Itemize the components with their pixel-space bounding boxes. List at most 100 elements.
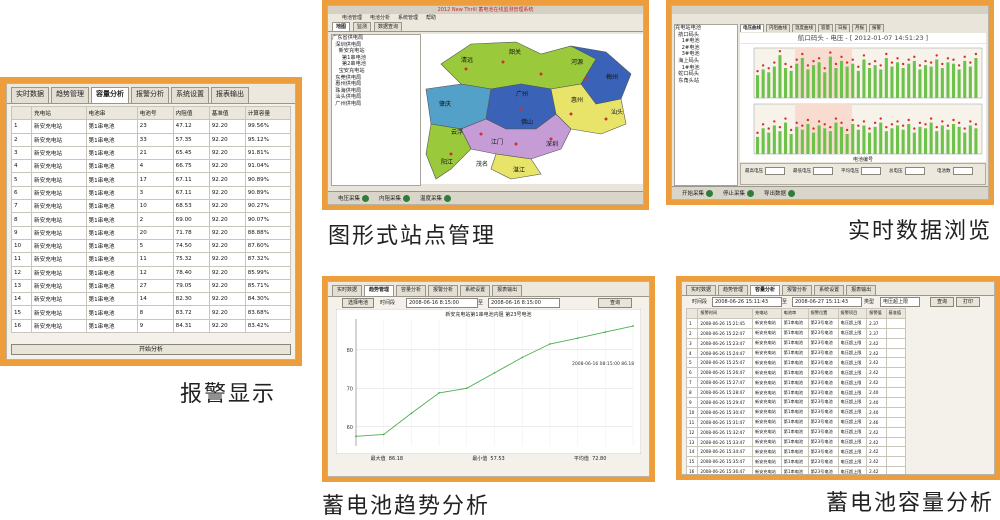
tree-node[interactable]: 充电站电池 (675, 25, 737, 32)
capacity-start-time[interactable]: 2008-06-26 15:11:43 (712, 297, 782, 307)
menu-item[interactable]: 帮助 (426, 14, 436, 22)
tab-2[interactable]: 容量分析 (750, 285, 781, 295)
capacity-print-button[interactable]: 打印 (956, 297, 980, 307)
map-status-button[interactable]: 电压采集 (338, 194, 370, 202)
tree-node[interactable]: 蛇口码头 (675, 71, 737, 78)
menu-item[interactable]: 电池分析 (370, 14, 390, 22)
tab-3[interactable]: 报警分析 (131, 87, 169, 103)
table-row[interactable]: 14 2008-06-26 15:34:47 新安充电站 第1串电池 第23号电池 电压超… (685, 446, 907, 458)
tree-node[interactable]: 东角头站 (675, 78, 737, 85)
tab-5[interactable]: 报表输出 (492, 285, 523, 296)
tab-3[interactable]: 报警分析 (428, 285, 459, 296)
table-row[interactable]: 9 新安充电站 第1串电池 20 71.78 92.20 88.88% (10, 225, 292, 240)
tree-node[interactable]: 汕头供电局 (332, 94, 420, 101)
select-battery-button[interactable]: 选择电池 (342, 298, 374, 308)
realtime-status-button[interactable]: 导出数据 (764, 189, 796, 197)
start-analysis-button[interactable]: 开始分析 (11, 344, 291, 355)
menu-item[interactable]: 电池管理 (342, 14, 362, 22)
capacity-query-button[interactable]: 查询 (930, 297, 954, 307)
table-row[interactable]: 15 新安充电站 第1串电池 8 83.72 92.20 83.68% (10, 305, 292, 320)
tab-2[interactable]: 容量分析 (91, 87, 129, 103)
tree-node[interactable]: 广州供电局 (332, 101, 420, 108)
tree-node[interactable]: 新安充电站 (332, 48, 420, 55)
summary-value-box[interactable] (765, 167, 785, 175)
tree-node[interactable]: 1#电池 (675, 38, 737, 45)
tab-5[interactable]: 报表输出 (846, 285, 877, 295)
table-row[interactable]: 10 新安充电站 第1串电池 5 74.50 92.20 87.60% (10, 238, 292, 254)
column-header[interactable]: 基准值 (208, 105, 246, 121)
table-row[interactable]: 4 2008-06-26 15:24:47 新安充电站 第1串电池 第23号电池 电压超上… (685, 347, 907, 359)
map-tab[interactable]: 地图 (332, 22, 351, 31)
column-header[interactable]: 报警时间 (697, 308, 754, 319)
realtime-tab[interactable]: 月报 (852, 24, 867, 32)
tab-4[interactable]: 系统设置 (460, 285, 491, 296)
realtime-status-button[interactable]: 开始采集 (682, 189, 714, 197)
map-tab[interactable]: 数据查询 (374, 22, 403, 31)
column-header[interactable]: 电池号 (136, 105, 174, 121)
column-header[interactable]: 充电站 (31, 105, 87, 121)
tab-4[interactable]: 系统设置 (814, 285, 845, 295)
trend-end-time[interactable]: 2008-06-16 8:15:00 (488, 298, 560, 308)
tree-node[interactable]: 第2串电池 (332, 61, 420, 68)
realtime-tab[interactable]: 内阻曲线 (766, 24, 790, 32)
table-row[interactable]: 2 2008-06-26 15:22:47 新安充电站 第1串电池 第23号电池 电压超上… (685, 327, 907, 339)
table-row[interactable]: 16 2008-06-26 15:36:47 新安充电站 第1串电池 第23号电池 电压超… (685, 466, 907, 474)
table-row[interactable]: 8 2008-06-26 15:28:47 新安充电站 第1串电池 第23号电池 电压超上… (685, 387, 907, 399)
map-tab[interactable]: 监测 (353, 22, 372, 31)
tree-node[interactable]: 宝安充电站 (332, 68, 420, 75)
table-row[interactable]: 6 新安充电站 第1串电池 3 67.11 92.20 90.89% (10, 185, 292, 201)
realtime-tab[interactable]: 报警 (869, 24, 884, 32)
column-header[interactable]: 报警位置 (807, 308, 839, 319)
table-row[interactable]: 5 2008-06-26 15:25:47 新安充电站 第1串电池 第23号电池 电压超上… (685, 357, 907, 369)
table-row[interactable]: 9 2008-06-26 15:29:47 新安充电站 第1串电池 第23号电池 电压超上… (685, 397, 907, 408)
tab-1[interactable]: 趋势管理 (718, 285, 749, 295)
tree-node[interactable]: 3#电池 (675, 51, 737, 58)
map-status-button[interactable]: 内阻采集 (379, 194, 411, 202)
tab-0[interactable]: 实时数据 (686, 285, 717, 295)
menu-item[interactable]: 系统管理 (398, 14, 418, 22)
table-row[interactable]: 7 新安充电站 第1串电池 10 68.53 92.20 90.27% (10, 199, 292, 214)
tree-node[interactable]: 海上码头 (675, 58, 737, 65)
column-header[interactable]: 电池串 (85, 105, 138, 121)
table-row[interactable]: 12 新安充电站 第1串电池 12 78.40 92.20 85.99% (10, 265, 292, 280)
realtime-tab[interactable]: 电压曲线 (740, 24, 764, 32)
summary-value-box[interactable] (861, 167, 881, 175)
column-header[interactable] (685, 308, 699, 319)
tab-5[interactable]: 报表输出 (211, 87, 249, 103)
table-row[interactable]: 4 新安充电站 第1串电池 4 66.75 92.20 91.04% (10, 159, 292, 174)
table-row[interactable]: 16 新安充电站 第1串电池 9 84.31 92.20 83.42% (10, 318, 292, 334)
column-header[interactable]: 充电站 (752, 308, 782, 319)
table-row[interactable]: 6 2008-06-26 15:26:47 新安充电站 第1串电池 第23号电池 电压超上… (685, 367, 907, 379)
table-row[interactable]: 2 新安充电站 第1串电池 33 57.35 92.20 95.12% (10, 132, 292, 147)
tab-1[interactable]: 趋势管理 (51, 87, 89, 103)
summary-value-box[interactable] (813, 167, 833, 175)
map-status-button[interactable]: 温度采集 (420, 194, 452, 202)
tab-3[interactable]: 报警分析 (782, 285, 813, 295)
tab-0[interactable]: 实时数据 (332, 285, 363, 296)
realtime-tab[interactable]: 容量 (818, 24, 833, 32)
table-row[interactable]: 7 2008-06-26 15:27:47 新安充电站 第1串电池 第23号电池 电压超上… (685, 377, 907, 389)
column-header[interactable]: 计算容量 (244, 105, 292, 121)
table-row[interactable]: 5 新安充电站 第1串电池 17 67.11 92.20 90.89% (10, 172, 292, 187)
capacity-end-time[interactable]: 2008-06-27 15:11:43 (792, 297, 862, 307)
tab-4[interactable]: 系统设置 (171, 87, 209, 103)
tab-2[interactable]: 容量分析 (396, 285, 427, 296)
table-row[interactable]: 1 2008-06-26 15:21:45 新安充电站 第1串电池 第23号电池 电压超上… (685, 317, 907, 329)
column-header[interactable]: 报警值 (866, 308, 887, 319)
tree-node[interactable]: 惠州供电局 (332, 81, 420, 88)
table-row[interactable]: 8 新安充电站 第1串电池 2 69.00 92.20 90.07% (10, 212, 292, 227)
realtime-tab[interactable]: 温度曲线 (792, 24, 816, 32)
table-row[interactable]: 14 新安充电站 第1串电池 14 82.30 92.20 84.30% (10, 292, 292, 307)
tab-1[interactable]: 趋势管理 (364, 285, 395, 296)
column-header[interactable]: 基准值 (885, 308, 907, 319)
table-row[interactable]: 13 新安充电站 第1串电池 27 79.05 92.20 85.71% (10, 278, 292, 294)
table-row[interactable]: 10 2008-06-26 15:30:47 新安充电站 第1串电池 第23号电池 电压超… (685, 406, 907, 418)
summary-value-box[interactable] (904, 167, 925, 175)
table-row[interactable]: 1 新安充电站 第1串电池 23 47.12 92.20 99.56% (10, 119, 292, 134)
table-row[interactable]: 3 2008-06-26 15:23:47 新安充电站 第1串电池 第23号电池 电压超上… (685, 337, 907, 349)
realtime-status-button[interactable]: 停止采集 (723, 189, 755, 197)
table-row[interactable]: 11 新安充电站 第1串电池 11 75.32 92.20 87.32% (10, 252, 292, 267)
column-header[interactable]: 电池串 (780, 308, 809, 319)
table-row[interactable]: 11 2008-06-26 15:31:47 新安充电站 第1串电池 第23号电池 电压超… (685, 416, 907, 428)
capacity-type-select[interactable]: 电压超上限 (880, 297, 920, 307)
